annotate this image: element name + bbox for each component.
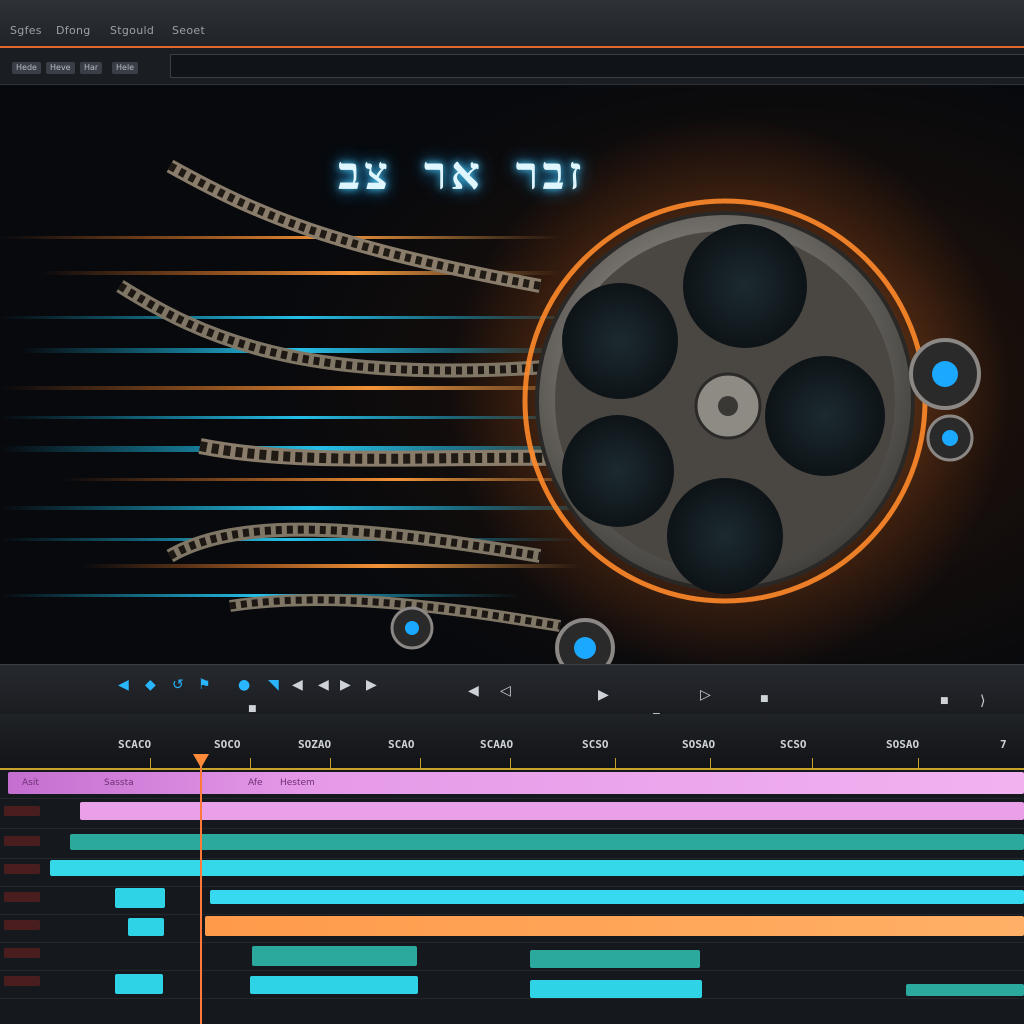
menu-item-1[interactable]: Sgfes bbox=[10, 24, 42, 37]
loop-icon[interactable]: ↺ bbox=[172, 677, 184, 693]
cyan-clip[interactable] bbox=[50, 860, 1024, 876]
ruler-label: SOCO bbox=[214, 738, 241, 751]
ruler-label: SOSAO bbox=[682, 738, 716, 751]
ruler-tick bbox=[918, 758, 919, 768]
video-editor-app: Sgfes Dfong Stgould Seoet Hede Heve Har … bbox=[0, 0, 1024, 1024]
clip-label: Sassta bbox=[104, 778, 134, 788]
playhead-handle[interactable] bbox=[193, 754, 209, 768]
ruler-tick bbox=[150, 758, 151, 768]
track-header[interactable] bbox=[4, 806, 40, 816]
preview-monitor[interactable]: זבר אר צב bbox=[0, 86, 1024, 664]
marker-out-icon[interactable]: ◥ bbox=[268, 677, 279, 693]
ruler-label: SCSO bbox=[780, 738, 807, 751]
ruler-label: SOSAO bbox=[886, 738, 920, 751]
ruler-tick bbox=[250, 758, 251, 768]
teal-clip[interactable] bbox=[70, 834, 1024, 850]
track-header[interactable] bbox=[4, 976, 40, 986]
magenta-clip[interactable]: Asit Sassta Afe Hestem bbox=[8, 772, 1024, 794]
stop-far-icon[interactable]: ■ bbox=[940, 693, 949, 709]
step-forward-icon[interactable]: ▶ bbox=[366, 677, 377, 693]
track-header[interactable] bbox=[4, 920, 40, 930]
marker-in-icon[interactable]: ◀ bbox=[118, 677, 129, 693]
track-row bbox=[0, 830, 1024, 859]
toolbar-button-3[interactable]: Har bbox=[80, 62, 103, 74]
track-header[interactable] bbox=[4, 836, 40, 846]
timeline-tracks: Asit Sassta Afe Hestem bbox=[0, 770, 1024, 1024]
step-back-small-icon[interactable]: ◁ bbox=[500, 683, 511, 699]
track-row bbox=[0, 800, 1024, 829]
fast-forward-icon[interactable]: ▷ bbox=[700, 687, 711, 703]
track-row: Asit Sassta Afe Hestem bbox=[0, 770, 1024, 799]
track-header[interactable] bbox=[4, 864, 40, 874]
clip-label: Asit bbox=[22, 778, 39, 788]
ruler-label: SCAO bbox=[388, 738, 415, 751]
timeline-panel[interactable]: SCACO SOCO SOZAO SCAO SCAAO SCSO SOSAO S… bbox=[0, 714, 1024, 1024]
teal-clip-mid[interactable] bbox=[252, 946, 417, 966]
toolbar-button-4[interactable]: Hele bbox=[112, 62, 139, 74]
skip-end-icon[interactable]: ▶ bbox=[598, 687, 609, 703]
ruler-label: SOZAO bbox=[298, 738, 332, 751]
track-row bbox=[0, 886, 1024, 915]
cyan-clip-wide[interactable] bbox=[210, 890, 1024, 904]
ruler-tick bbox=[330, 758, 331, 768]
cyan-clip-tiny[interactable] bbox=[128, 918, 164, 936]
preview-title-text: זבר אר צב bbox=[338, 146, 586, 200]
cyan-clip-bottom[interactable] bbox=[115, 974, 163, 994]
menu-item-3[interactable]: Stgould bbox=[110, 24, 154, 37]
step-back-icon[interactable]: ◀ bbox=[292, 677, 303, 693]
clip-label: Afe bbox=[248, 778, 263, 788]
ruler-label: SCAAO bbox=[480, 738, 514, 751]
cyan-clip-small[interactable] bbox=[115, 888, 165, 908]
ruler-tick bbox=[710, 758, 711, 768]
end-bracket-icon[interactable]: ⟩ bbox=[980, 693, 985, 709]
clip-label: Hestem bbox=[280, 778, 315, 788]
track-header[interactable] bbox=[4, 892, 40, 902]
menu-bar: Sgfes Dfong Stgould Seoet bbox=[0, 0, 1024, 48]
toolbar: Hede Heve Har Hele bbox=[0, 48, 1024, 122]
track-row bbox=[0, 858, 1024, 887]
track-row bbox=[0, 970, 1024, 999]
track-header[interactable] bbox=[4, 948, 40, 958]
ruler-label: SCACO bbox=[118, 738, 152, 751]
orange-clip[interactable] bbox=[205, 916, 1024, 936]
flag-icon[interactable]: ⚑ bbox=[198, 677, 211, 693]
toolbar-button-1[interactable]: Hede bbox=[12, 62, 41, 74]
dot-marker-icon[interactable]: ● bbox=[238, 677, 250, 693]
play-icon[interactable]: ▶ bbox=[340, 677, 351, 693]
toolbar-input-field[interactable] bbox=[170, 54, 1024, 78]
step-frame-back-icon[interactable]: ◀ bbox=[318, 677, 329, 693]
ruler-tick bbox=[615, 758, 616, 768]
timeline-ruler[interactable]: SCACO SOCO SOZAO SCAO SCAAO SCSO SOSAO S… bbox=[0, 714, 1024, 770]
rewind-icon[interactable]: ◀ bbox=[468, 683, 479, 699]
cyan-clip-bottom-mid[interactable] bbox=[250, 976, 418, 994]
teal-clip-right[interactable] bbox=[530, 950, 700, 968]
stop-end-icon[interactable]: ■ bbox=[760, 691, 769, 707]
ruler-tick bbox=[510, 758, 511, 768]
playhead[interactable] bbox=[200, 758, 202, 1024]
track-row bbox=[0, 914, 1024, 943]
film-reel-icon bbox=[522, 198, 928, 604]
magenta-clip-long[interactable] bbox=[80, 802, 1024, 820]
diamond-marker-icon[interactable]: ◆ bbox=[145, 677, 156, 693]
cyan-clip-bottom-right[interactable] bbox=[530, 980, 702, 998]
track-row bbox=[0, 942, 1024, 971]
menu-item-4[interactable]: Seoet bbox=[172, 24, 205, 37]
ruler-label: SCSO bbox=[582, 738, 609, 751]
transport-bar: ◀ ◆ ↺ ⚑ ● ◥ ■ ◀ ◀ ▶ ▶ ◀ ◁ ▶ ■ ▷ ■ ■ ⟩ bbox=[0, 664, 1024, 722]
teal-clip-bottom-edge[interactable] bbox=[906, 984, 1024, 996]
menu-item-2[interactable]: Dfong bbox=[56, 24, 91, 37]
toolbar-button-2[interactable]: Heve bbox=[46, 62, 75, 74]
ruler-tick bbox=[420, 758, 421, 768]
ruler-tick bbox=[812, 758, 813, 768]
ruler-label: 7 bbox=[1000, 738, 1007, 751]
